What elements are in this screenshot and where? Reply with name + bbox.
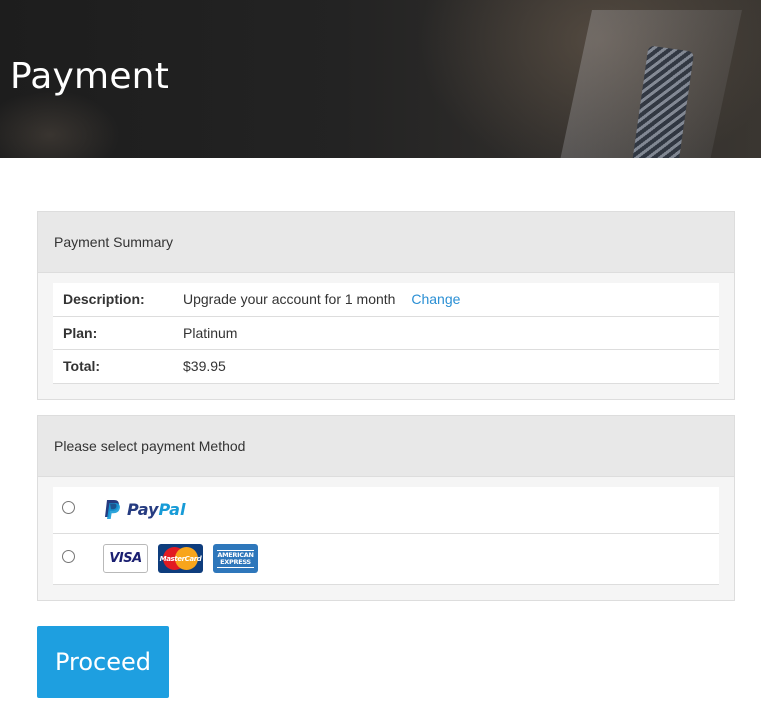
- table-row: Total: $39.95: [53, 349, 719, 384]
- visa-text: VISA: [109, 551, 142, 566]
- payment-summary-header: Payment Summary: [38, 212, 734, 273]
- card-option-row[interactable]: VISA MasterCard AMERICAN EXPRESS: [53, 533, 719, 585]
- payment-method-table: PayPal VISA MasterCard AMERICAN EXPRESS: [53, 487, 719, 585]
- paypal-option-row[interactable]: PayPal: [53, 487, 719, 534]
- plan-value: Platinum: [173, 316, 719, 350]
- change-plan-link[interactable]: Change: [411, 291, 460, 307]
- page-title: Payment: [10, 56, 170, 97]
- card-radio-cell: [53, 533, 103, 585]
- table-row: Plan: Platinum: [53, 316, 719, 350]
- paypal-logo-cell: PayPal: [103, 487, 719, 534]
- description-label: Description:: [53, 283, 173, 317]
- table-row: Description: Upgrade your account for 1 …: [53, 283, 719, 317]
- total-value: $39.95: [173, 349, 719, 384]
- paypal-radio-cell: [53, 487, 103, 534]
- card-logos-cell: VISA MasterCard AMERICAN EXPRESS: [103, 533, 719, 585]
- paypal-wordmark: PayPal: [127, 500, 185, 519]
- description-value: Upgrade your account for 1 month: [183, 291, 396, 308]
- description-cell: Upgrade your account for 1 month Change: [173, 283, 719, 317]
- paypal-pay-text: Pay: [127, 500, 159, 520]
- mastercard-text: MasterCard: [159, 554, 202, 563]
- payment-summary-body: Description: Upgrade your account for 1 …: [38, 273, 734, 399]
- hero-background-glow: [0, 90, 120, 158]
- payment-method-body: PayPal VISA MasterCard AMERICAN EXPRESS: [38, 477, 734, 600]
- card-logos[interactable]: VISA MasterCard AMERICAN EXPRESS: [103, 544, 719, 573]
- plan-label: Plan:: [53, 316, 173, 350]
- paypal-radio[interactable]: [62, 500, 75, 514]
- card-radio[interactable]: [62, 549, 75, 563]
- payment-summary-table: Description: Upgrade your account for 1 …: [53, 283, 719, 384]
- payment-summary-panel: Payment Summary Description: Upgrade you…: [37, 211, 735, 400]
- paypal-icon: [105, 500, 120, 520]
- hero-banner: Payment: [0, 0, 761, 158]
- paypal-pal-text: Pal: [158, 500, 186, 520]
- payment-method-panel: Please select payment Method PayPal VISA…: [37, 415, 735, 601]
- amex-icon: AMERICAN EXPRESS: [213, 544, 258, 573]
- mastercard-icon: MasterCard: [158, 544, 203, 573]
- proceed-button[interactable]: Proceed: [37, 626, 169, 698]
- amex-text: AMERICAN EXPRESS: [217, 549, 254, 568]
- visa-icon: VISA: [103, 544, 148, 573]
- payment-method-header: Please select payment Method: [38, 416, 734, 477]
- amex-line2: EXPRESS: [220, 557, 251, 566]
- total-label: Total:: [53, 349, 173, 384]
- paypal-logo[interactable]: PayPal: [103, 499, 719, 520]
